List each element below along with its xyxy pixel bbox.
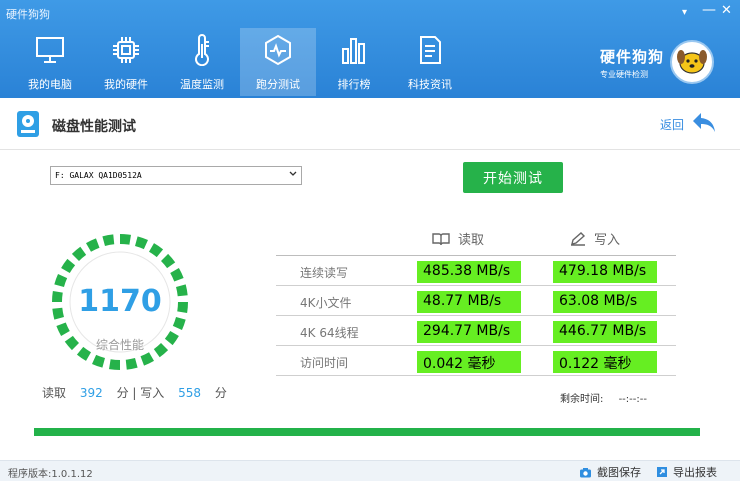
disk-icon bbox=[16, 110, 40, 142]
read-result: 0.042 毫秒 bbox=[417, 351, 521, 373]
back-link[interactable]: 返回 bbox=[660, 116, 684, 133]
remaining-time-label: 剩余时间: bbox=[560, 394, 604, 405]
read-score-unit: 分 bbox=[116, 386, 129, 400]
nav-item-my-computer[interactable]: 我的电脑 bbox=[12, 28, 88, 96]
column-header-write: 写入 bbox=[570, 229, 620, 248]
screenshot-save-button[interactable]: 截图保存 bbox=[579, 464, 641, 480]
row-label: 4K 64线程 bbox=[300, 326, 359, 340]
gauge-segment bbox=[149, 243, 164, 258]
nav-item-temperature[interactable]: 温度监测 bbox=[164, 28, 240, 96]
table-row: 访问时间 0.042 毫秒 0.122 毫秒 bbox=[276, 346, 676, 376]
nav-item-benchmark[interactable]: 跑分测试 bbox=[240, 28, 316, 96]
gauge-segment bbox=[140, 352, 154, 366]
column-read-label: 读取 bbox=[458, 233, 485, 248]
book-icon bbox=[432, 232, 450, 245]
nav-label: 温度监测 bbox=[180, 78, 224, 91]
gauge-segment bbox=[102, 234, 115, 246]
gauge-segment bbox=[170, 268, 184, 282]
score-separator: | bbox=[132, 386, 137, 400]
gauge-segment bbox=[109, 359, 120, 370]
gauge-segment bbox=[125, 358, 138, 370]
gauge-segment bbox=[86, 238, 100, 252]
remaining-time: 剩余时间: --:--:-- bbox=[560, 390, 647, 405]
write-result: 479.18 MB/s bbox=[553, 261, 657, 283]
row-label: 访问时间 bbox=[300, 356, 349, 370]
test-progress-bar bbox=[34, 428, 700, 436]
header-bar: 硬件狗狗 ▾ — ✕ 我的电脑 我的硬件 温度监测 跑分测试 排行榜 科技资讯 … bbox=[0, 0, 740, 98]
pencil-icon bbox=[571, 231, 586, 246]
version-text: 程序版本:1.0.1.12 bbox=[8, 469, 93, 480]
footer-bar: 程序版本:1.0.1.12 截图保存 导出报表 bbox=[0, 460, 740, 481]
nav-label: 我的电脑 bbox=[28, 78, 72, 91]
nav-item-tech-news[interactable]: 科技资讯 bbox=[392, 28, 468, 96]
gauge-segment bbox=[120, 234, 131, 245]
menu-dropdown-icon[interactable]: ▾ bbox=[682, 7, 687, 18]
nav-label: 排行榜 bbox=[337, 78, 371, 91]
table-row: 4K 64线程 294.77 MB/s 446.77 MB/s bbox=[276, 316, 676, 346]
read-score-value: 392 bbox=[79, 386, 103, 400]
table-row: 连续读写 485.38 MB/s 479.18 MB/s bbox=[276, 256, 676, 286]
gauge-segment bbox=[61, 258, 76, 273]
row-label: 连续读写 bbox=[300, 266, 349, 280]
export-report-label: 导出报表 bbox=[673, 466, 717, 479]
row-label: 4K小文件 bbox=[300, 296, 352, 310]
chip-icon bbox=[110, 34, 142, 66]
bar-chart-icon bbox=[338, 34, 370, 66]
write-score-value: 558 bbox=[178, 386, 202, 400]
monitor-icon bbox=[34, 34, 66, 66]
subscore-line: 读取 392 分 | 写入 558 分 bbox=[42, 384, 227, 401]
news-icon bbox=[414, 34, 446, 66]
brand-name: 硬件狗狗 bbox=[600, 48, 665, 66]
window-title: 硬件狗狗 bbox=[6, 8, 50, 21]
brand: 硬件狗狗 专业硬件检测 bbox=[600, 46, 664, 80]
gauge-segment bbox=[56, 322, 70, 336]
results-table: 连续读写 485.38 MB/s 479.18 MB/s 4K小文件 48.77… bbox=[276, 255, 676, 376]
remaining-time-value: --:--:-- bbox=[618, 394, 647, 405]
write-result: 446.77 MB/s bbox=[553, 321, 657, 343]
camera-icon bbox=[580, 467, 591, 477]
export-report-button[interactable]: 导出报表 bbox=[656, 464, 717, 480]
dog-logo-icon bbox=[670, 40, 714, 84]
drive-select-value: F: GALAX QA1D0512A bbox=[55, 171, 142, 180]
export-icon bbox=[657, 467, 667, 477]
write-score-unit: 分 bbox=[214, 386, 227, 400]
drive-select[interactable]: F: GALAX QA1D0512A bbox=[50, 166, 302, 185]
score-value: 1170 bbox=[78, 284, 162, 319]
page-header: 磁盘性能测试 返回 bbox=[0, 98, 740, 150]
screenshot-save-label: 截图保存 bbox=[597, 466, 641, 479]
read-result: 485.38 MB/s bbox=[417, 261, 521, 283]
gauge-segment bbox=[92, 354, 105, 368]
column-write-label: 写入 bbox=[594, 233, 621, 248]
chevron-down-icon bbox=[288, 169, 298, 181]
nav-item-ranking[interactable]: 排行榜 bbox=[316, 28, 392, 96]
nav-item-my-hardware[interactable]: 我的硬件 bbox=[88, 28, 164, 96]
table-row: 4K小文件 48.77 MB/s 63.08 MB/s bbox=[276, 286, 676, 316]
page-title: 磁盘性能测试 bbox=[52, 119, 136, 135]
gauge-segment bbox=[135, 236, 148, 250]
main-nav: 我的电脑 我的硬件 温度监测 跑分测试 排行榜 科技资讯 bbox=[12, 28, 468, 96]
progress-fill bbox=[34, 428, 700, 436]
score-label: 综合性能 bbox=[95, 338, 144, 352]
minimize-button[interactable]: — bbox=[702, 2, 716, 18]
nav-label: 跑分测试 bbox=[256, 78, 300, 91]
nav-label: 我的硬件 bbox=[104, 78, 148, 91]
write-score-label: 写入 bbox=[140, 386, 165, 400]
column-header-read: 读取 bbox=[432, 229, 484, 248]
back-arrow-icon[interactable] bbox=[690, 110, 718, 138]
start-test-button[interactable]: 开始测试 bbox=[463, 162, 563, 193]
read-score-label: 读取 bbox=[42, 386, 67, 400]
write-result: 0.122 毫秒 bbox=[553, 351, 657, 373]
read-result: 48.77 MB/s bbox=[417, 291, 521, 313]
gauge-segment bbox=[161, 253, 176, 269]
close-button[interactable]: ✕ bbox=[721, 3, 732, 18]
nav-label: 科技资讯 bbox=[408, 78, 452, 91]
write-result: 63.08 MB/s bbox=[553, 291, 657, 313]
benchmark-icon bbox=[262, 34, 294, 66]
brand-tagline: 专业硬件检测 bbox=[600, 70, 648, 79]
thermometer-icon bbox=[186, 34, 218, 66]
gauge-segment bbox=[71, 246, 87, 261]
read-result: 294.77 MB/s bbox=[417, 321, 521, 343]
